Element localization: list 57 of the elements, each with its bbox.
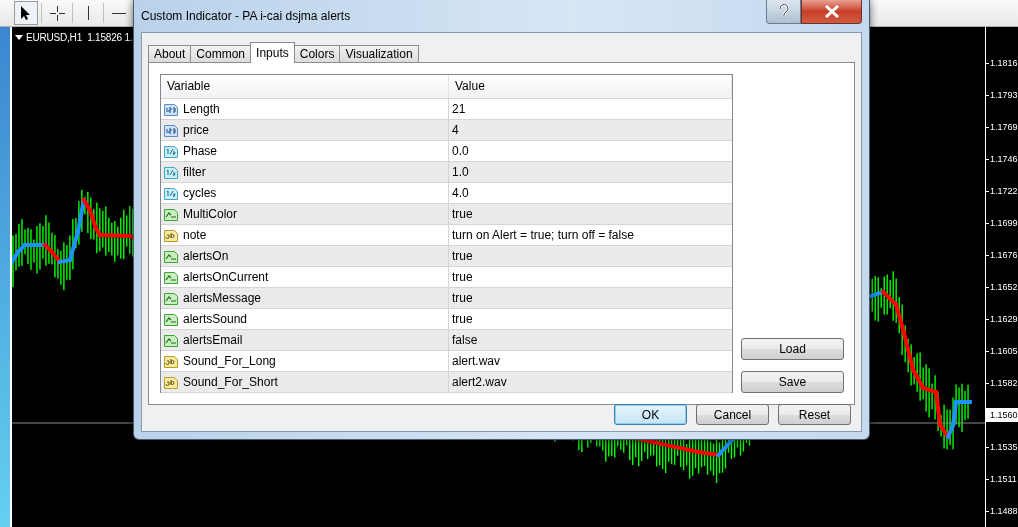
column-header[interactable]: Value bbox=[449, 75, 732, 98]
value-cell[interactable]: true bbox=[449, 309, 732, 329]
variable-name: price bbox=[183, 123, 209, 137]
value-cell[interactable]: 0.0 bbox=[449, 141, 732, 161]
value-cell[interactable]: true bbox=[449, 288, 732, 308]
variable-name: cycles bbox=[183, 186, 217, 200]
variable-name: Sound_For_Long bbox=[183, 354, 276, 368]
value-cell[interactable]: alert2.wav bbox=[449, 372, 732, 392]
variable-name: alertsOn bbox=[183, 249, 229, 263]
variable-name: alertsEmail bbox=[183, 333, 243, 347]
price-label: 1.1722 bbox=[986, 184, 1018, 198]
price-label: 1.1511 bbox=[986, 472, 1017, 486]
tab[interactable]: Common bbox=[190, 45, 252, 63]
price-label: 1.1605 bbox=[986, 344, 1018, 358]
price-label: 1.1816 bbox=[986, 56, 1018, 70]
value-cell[interactable]: alert.wav bbox=[449, 351, 732, 371]
price-label: 1.1535 bbox=[986, 440, 1018, 454]
load-button[interactable]: Load bbox=[741, 338, 844, 360]
dialog-button[interactable]: OK bbox=[614, 404, 687, 425]
variable-name: Sound_For_Short bbox=[183, 375, 278, 389]
value-cell[interactable]: true bbox=[449, 204, 732, 224]
price-label: 1.1652 bbox=[986, 280, 1018, 294]
price-label: 1.1488 bbox=[986, 504, 1018, 518]
price-label: 1.1629 bbox=[986, 312, 1018, 326]
value-cell[interactable]: 1.0 bbox=[449, 162, 732, 182]
price-label: 1.1793 bbox=[986, 88, 1018, 102]
dialog-button[interactable]: Cancel bbox=[696, 404, 769, 425]
variable-name: MultiColor bbox=[183, 207, 237, 221]
value-cell[interactable]: 4 bbox=[449, 120, 732, 140]
price-label: 1.1769 bbox=[986, 120, 1018, 134]
dialog-button[interactable]: Reset bbox=[778, 404, 851, 425]
price-label: 1.1699 bbox=[986, 216, 1018, 230]
window-title: Custom Indicator - PA i-cai dsjma alerts bbox=[141, 9, 352, 23]
tab[interactable]: Inputs bbox=[250, 42, 295, 63]
symbol-label: EURUSD,H1 1.15826 1. bbox=[26, 32, 133, 43]
price-label: 1.1560 bbox=[986, 408, 1018, 422]
variable-name: alertsOnCurrent bbox=[183, 270, 269, 284]
variable-name: Length bbox=[183, 102, 220, 116]
variable-name: filter bbox=[183, 165, 206, 179]
column-header[interactable]: Variable bbox=[161, 75, 449, 98]
value-cell[interactable]: false bbox=[449, 330, 732, 350]
value-cell[interactable]: true bbox=[449, 267, 732, 287]
variable-name: Phase bbox=[183, 144, 218, 158]
save-button[interactable]: Save bbox=[741, 371, 844, 393]
value-cell[interactable]: 4.0 bbox=[449, 183, 732, 203]
variable-name: alertsSound bbox=[183, 312, 248, 326]
variable-name: alertsMessage bbox=[183, 291, 262, 305]
variable-name: note bbox=[183, 228, 207, 242]
value-cell[interactable]: true bbox=[449, 246, 732, 266]
value-cell[interactable]: turn on Alert = true; turn off = false bbox=[449, 225, 732, 245]
price-label: 1.1676 bbox=[986, 248, 1018, 262]
value-cell[interactable]: 21 bbox=[449, 99, 732, 119]
price-label: 1.1582 bbox=[986, 376, 1018, 390]
tab[interactable]: Colors bbox=[293, 45, 341, 63]
price-label: 1.1746 bbox=[986, 152, 1018, 166]
tab[interactable]: About bbox=[148, 45, 192, 63]
tab[interactable]: Visualization bbox=[339, 45, 419, 63]
